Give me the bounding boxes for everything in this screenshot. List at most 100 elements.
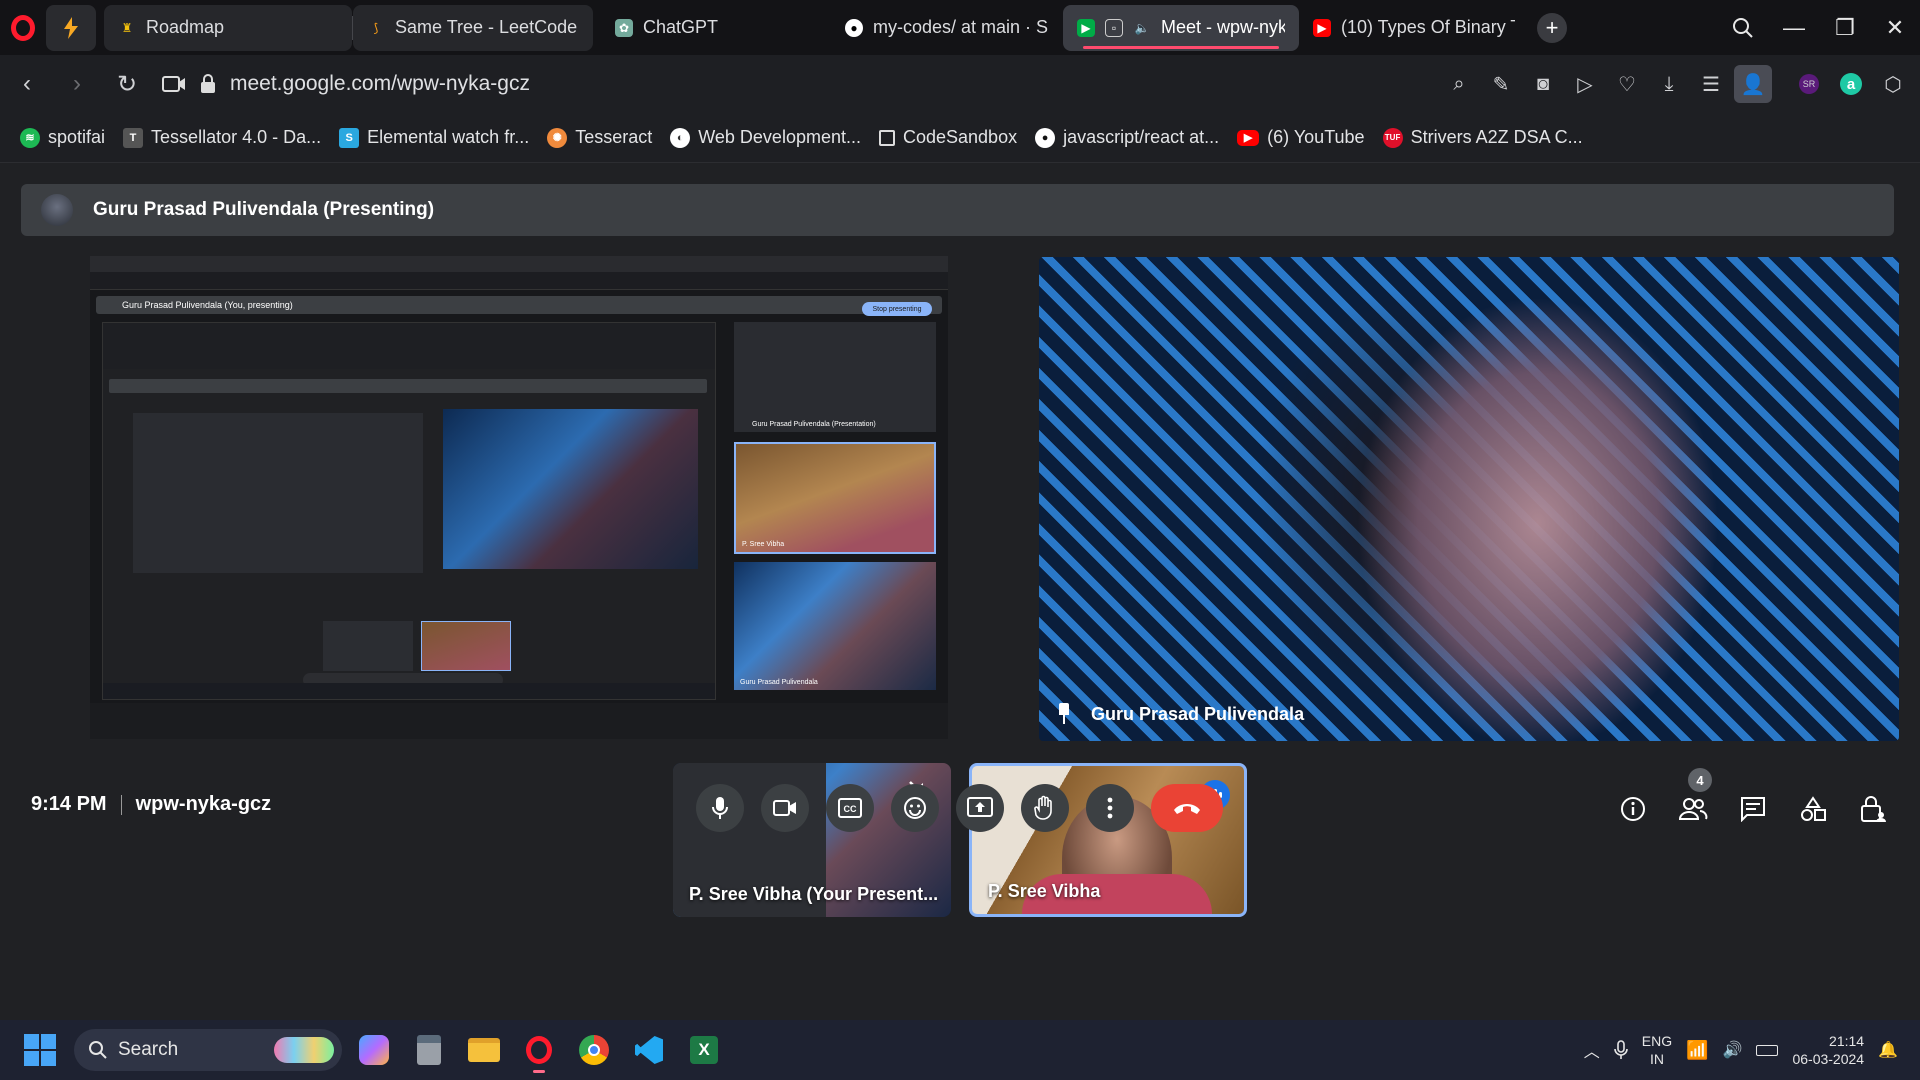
tab-leetcode[interactable]: ⟆ Same Tree - LeetCode	[353, 4, 593, 51]
bookmark-item[interactable]: ≋ spotifai	[20, 127, 105, 148]
forward-button[interactable]: ›	[52, 55, 102, 113]
chevron-up-icon[interactable]: ︿	[1584, 1038, 1600, 1062]
pip-icon[interactable]: ▫	[1105, 18, 1123, 37]
opera-app[interactable]	[516, 1027, 562, 1073]
captions-button[interactable]: CC	[826, 784, 874, 832]
downloads-button[interactable]: ⤓	[1650, 65, 1688, 103]
youtube-favicon-icon: ▶	[1313, 18, 1331, 37]
shared-side-label: Guru Prasad Pulivendala (Presentation)	[752, 421, 876, 428]
windows-logo-icon	[41, 1051, 56, 1066]
screen-share-view[interactable]: Guru Prasad Pulivendala (You, presenting…	[90, 256, 948, 739]
tab-github[interactable]: ● my-codes/ at main · Sre	[831, 5, 1063, 51]
search-tabs-button[interactable]	[1718, 0, 1768, 55]
find-button[interactable]: ⌕	[1440, 65, 1478, 103]
tab-label: Meet - wpw-nyka	[1161, 17, 1285, 37]
language-code: ENG	[1641, 1033, 1673, 1049]
divider	[120, 794, 122, 815]
shared-control-bar	[90, 703, 948, 739]
lock-icon[interactable]	[200, 74, 216, 94]
edit-button[interactable]: ✎	[1482, 65, 1520, 103]
mic-button[interactable]	[696, 784, 744, 832]
bookmark-button[interactable]: ♡	[1608, 65, 1646, 103]
chat-button[interactable]	[1734, 790, 1772, 828]
easy-setup-button[interactable]: ☰	[1692, 65, 1730, 103]
meeting-details-button[interactable]	[1614, 790, 1652, 828]
close-button[interactable]: ✕	[1870, 0, 1920, 55]
info-icon	[1621, 797, 1645, 821]
tab-chatgpt[interactable]: ✿ ChatGPT	[601, 5, 831, 51]
tab-meet[interactable]: ▶ ▫ 🔈 Meet - wpw-nyka	[1063, 4, 1299, 51]
bookmark-item[interactable]: T Tessellator 4.0 - Da...	[123, 127, 321, 148]
camera-permission-icon[interactable]	[162, 75, 186, 93]
bookmark-item[interactable]: S Elemental watch fr...	[339, 127, 529, 148]
mic-in-use-icon[interactable]	[1613, 1040, 1628, 1060]
restore-button[interactable]: ❐	[1820, 0, 1870, 55]
bookmark-item[interactable]: ✺ Tesseract	[547, 127, 652, 148]
bookmark-item[interactable]: CodeSandbox	[878, 127, 1017, 148]
copilot-app[interactable]	[351, 1027, 397, 1073]
avatar	[41, 194, 73, 226]
tab-youtube[interactable]: ▶ (10) Types Of Binary Tre	[1299, 5, 1529, 51]
new-tab-button[interactable]: +	[1537, 12, 1567, 43]
minimize-button[interactable]: —	[1769, 0, 1819, 55]
activities-button[interactable]	[1794, 790, 1832, 828]
extension-sr-button[interactable]: SR	[1790, 65, 1828, 103]
chrome-app[interactable]	[571, 1027, 617, 1073]
leave-call-button[interactable]	[1151, 784, 1223, 832]
bookmark-item[interactable]: ● javascript/react at...	[1035, 127, 1219, 148]
mic-icon	[712, 797, 728, 819]
lock-person-icon	[1861, 796, 1886, 822]
reload-button[interactable]: ↻	[102, 55, 152, 113]
taskbar-search[interactable]: Search	[74, 1029, 342, 1071]
bookmark-item[interactable]: ▶ (6) YouTube	[1237, 127, 1365, 148]
wifi-icon[interactable]: 📶	[1686, 1040, 1708, 1061]
tab-strip: ♜ Roadmap ⟆ Same Tree - LeetCode ✿ ChatG…	[0, 0, 1920, 55]
host-controls-button[interactable]	[1854, 790, 1892, 828]
excel-app[interactable]: X	[681, 1027, 727, 1073]
tab-label: ChatGPT	[643, 17, 719, 37]
send-button[interactable]: ▷	[1566, 65, 1604, 103]
url-text[interactable]: meet.google.com/wpw-nyka-gcz	[230, 72, 530, 96]
participant-count-badge: 4	[1688, 768, 1712, 792]
clock[interactable]: 21:14 06-03-2024	[1792, 1032, 1864, 1068]
bookmark-item[interactable]: ◐ Web Development...	[670, 127, 861, 148]
pin-icon[interactable]	[1055, 703, 1073, 725]
region-code: IN	[1649, 1051, 1664, 1067]
start-button[interactable]	[24, 1034, 56, 1066]
speaker-icon[interactable]: 🔈	[1133, 19, 1151, 37]
calculator-app[interactable]	[406, 1027, 452, 1073]
hang-up-icon	[1174, 804, 1200, 814]
main-camera-feed[interactable]: Guru Prasad Pulivendala	[1039, 257, 1899, 741]
tab-roadmap[interactable]: ♜ Roadmap	[104, 4, 352, 51]
back-button[interactable]: ‹	[2, 55, 52, 113]
present-button[interactable]	[956, 784, 1004, 832]
extensions-button[interactable]: ⬡	[1874, 65, 1912, 103]
bookmark-item[interactable]: TUF Strivers A2Z DSA C...	[1382, 127, 1583, 148]
people-button[interactable]: 4	[1674, 768, 1712, 828]
web-dev-icon: ◐	[670, 127, 691, 148]
chatgpt-favicon-icon: ✿	[615, 18, 633, 37]
system-tray: ︿ ENG IN 📶 🔊 21:14 06-03-2024 🔔	[1584, 1020, 1920, 1080]
battery-icon[interactable]	[1756, 1044, 1779, 1056]
sidebar-extension-button[interactable]	[46, 4, 96, 51]
more-vert-icon	[1107, 797, 1113, 819]
raise-hand-button[interactable]	[1021, 784, 1069, 832]
file-explorer-app[interactable]	[461, 1027, 507, 1073]
folder-icon	[468, 1038, 500, 1062]
vscode-app[interactable]	[626, 1027, 672, 1073]
presenting-label: Guru Prasad Pulivendala (Presenting)	[93, 199, 435, 220]
extension-a-button[interactable]: a	[1832, 65, 1870, 103]
volume-icon[interactable]: 🔊	[1723, 1040, 1743, 1060]
profile-button[interactable]: 👤	[1734, 65, 1772, 103]
camera-button[interactable]	[761, 784, 809, 832]
language-indicator[interactable]: ENG IN	[1642, 1032, 1672, 1068]
snapshot-button[interactable]: ◙	[1524, 65, 1562, 103]
search-highlight-icon	[274, 1037, 334, 1063]
opera-menu-button[interactable]	[0, 0, 46, 55]
svg-text:CC: CC	[844, 804, 857, 814]
notification-bell-icon[interactable]: 🔔	[1878, 1040, 1898, 1060]
address-bar[interactable]: meet.google.com/wpw-nyka-gcz	[162, 72, 530, 96]
shared-nested-meet	[102, 322, 716, 700]
reactions-button[interactable]	[891, 784, 939, 832]
more-options-button[interactable]	[1086, 784, 1134, 832]
